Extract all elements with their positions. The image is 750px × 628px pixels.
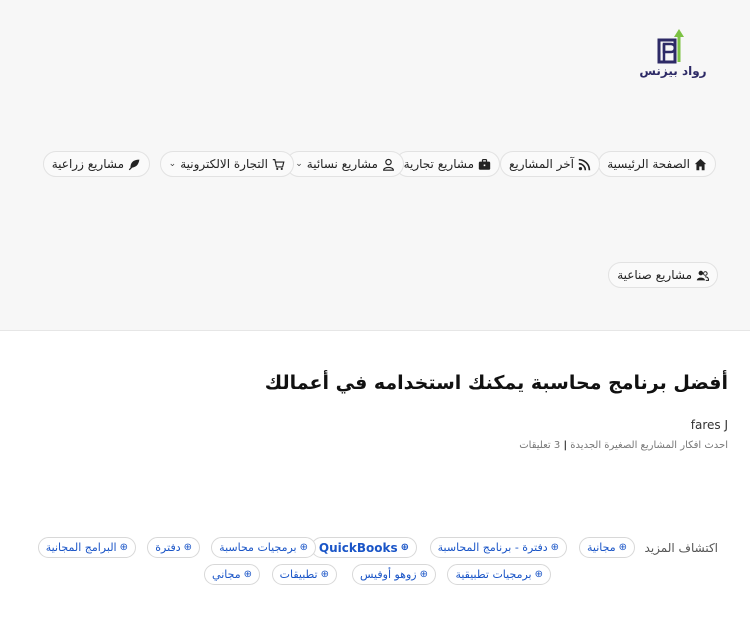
nav-agricultural[interactable]: مشاريع زراعية xyxy=(42,151,150,177)
plus-circle-icon: ⊕ xyxy=(243,569,252,580)
tag-pill[interactable]: ⊕ دفترة - برنامج المحاسبة xyxy=(429,537,567,558)
article-title: أفضل برنامج محاسبة يمكنك استخدامه في أعم… xyxy=(264,372,728,394)
nav-label: الصفحة الرئيسية xyxy=(607,157,690,171)
tag-label: برمجيات تطبيقية xyxy=(455,568,532,581)
explore-more-label: اكتشاف المزيد xyxy=(644,541,718,555)
nav-label: مشاريع صناعية xyxy=(617,268,692,282)
plus-circle-icon: ⊕ xyxy=(534,569,543,580)
plus-circle-icon: ⊕ xyxy=(419,569,428,580)
tag-label: دفترة xyxy=(155,541,181,554)
tag-pill[interactable]: ⊕ مجاني xyxy=(204,564,260,585)
nav-label: مشاريع زراعية xyxy=(51,157,124,171)
nav-label: مشاريع نسائية xyxy=(306,157,378,171)
home-icon xyxy=(694,158,707,171)
plus-circle-icon: ⊕ xyxy=(550,542,559,553)
tag-label: تطبيقات xyxy=(279,568,318,581)
briefcase-icon xyxy=(478,158,491,171)
plus-circle-icon: ⊕ xyxy=(400,542,409,553)
tag-pill[interactable]: ⊕ QuickBooks xyxy=(310,537,417,558)
tag-pill[interactable]: ⊕ برمجيات تطبيقية xyxy=(447,564,551,585)
chevron-down-icon: ⌄ xyxy=(295,159,303,169)
user-icon xyxy=(382,158,395,171)
tag-pill[interactable]: ⊕ مجانية xyxy=(578,537,635,558)
site-header: رواد بيزنس الصفحة الرئيسية آخر المشاريع … xyxy=(0,0,750,331)
comments-link[interactable]: 3 تعليقات xyxy=(519,440,560,451)
plus-circle-icon: ⊕ xyxy=(183,542,192,553)
leaf-icon xyxy=(128,158,141,171)
category-link[interactable]: احدث افكار المشاريع الصغيرة الجديدة xyxy=(570,440,728,451)
tag-label: دفترة - برنامج المحاسبة xyxy=(437,541,548,554)
nav-home[interactable]: الصفحة الرئيسية xyxy=(598,151,716,177)
tag-label: QuickBooks xyxy=(318,540,398,555)
logo-mark-icon xyxy=(657,29,684,64)
plus-circle-icon: ⊕ xyxy=(119,542,128,553)
users-icon xyxy=(696,269,709,282)
tag-label: البرامج المجانية xyxy=(45,541,117,554)
nav-label: آخر المشاريع xyxy=(509,157,574,171)
plus-circle-icon: ⊕ xyxy=(320,569,329,580)
tag-pill[interactable]: ⊕ تطبيقات xyxy=(271,564,337,585)
author-name[interactable]: fares J xyxy=(691,418,728,432)
tag-pill[interactable]: ⊕ البرامج المجانية xyxy=(37,537,136,558)
tag-pill[interactable]: ⊕ دفترة xyxy=(147,537,200,558)
nav-industrial[interactable]: مشاريع صناعية xyxy=(608,262,718,288)
meta-separator: | xyxy=(563,440,568,451)
nav-latest-projects[interactable]: آخر المشاريع xyxy=(500,151,600,177)
nav-women-projects[interactable]: مشاريع نسائية ⌄ xyxy=(286,151,404,177)
chevron-down-icon: ⌄ xyxy=(168,159,177,169)
article-meta: احدث افكار المشاريع الصغيرة الجديدة | 3 … xyxy=(519,440,728,451)
nav-label: التجارة الالكترونية xyxy=(180,157,268,171)
cart-icon xyxy=(272,158,285,171)
tag-pill[interactable]: ⊕ برمجيات محاسبة xyxy=(211,537,316,558)
plus-circle-icon: ⊕ xyxy=(299,542,308,553)
rss-icon xyxy=(578,158,591,171)
nav-label: مشاريع تجارية xyxy=(403,157,474,171)
tag-label: زوهو أوفيس xyxy=(360,568,417,581)
tag-label: برمجيات محاسبة xyxy=(219,541,297,554)
logo-text: رواد بيزنس xyxy=(639,64,707,78)
site-logo[interactable]: رواد بيزنس xyxy=(638,28,708,83)
plus-circle-icon: ⊕ xyxy=(618,542,627,553)
tag-label: مجانية xyxy=(586,541,616,554)
nav-commercial[interactable]: مشاريع تجارية xyxy=(394,151,500,177)
tag-label: مجاني xyxy=(212,568,241,581)
nav-ecommerce[interactable]: التجارة الالكترونية ⌄ xyxy=(159,151,294,177)
tag-pill[interactable]: ⊕ زوهو أوفيس xyxy=(352,564,436,585)
